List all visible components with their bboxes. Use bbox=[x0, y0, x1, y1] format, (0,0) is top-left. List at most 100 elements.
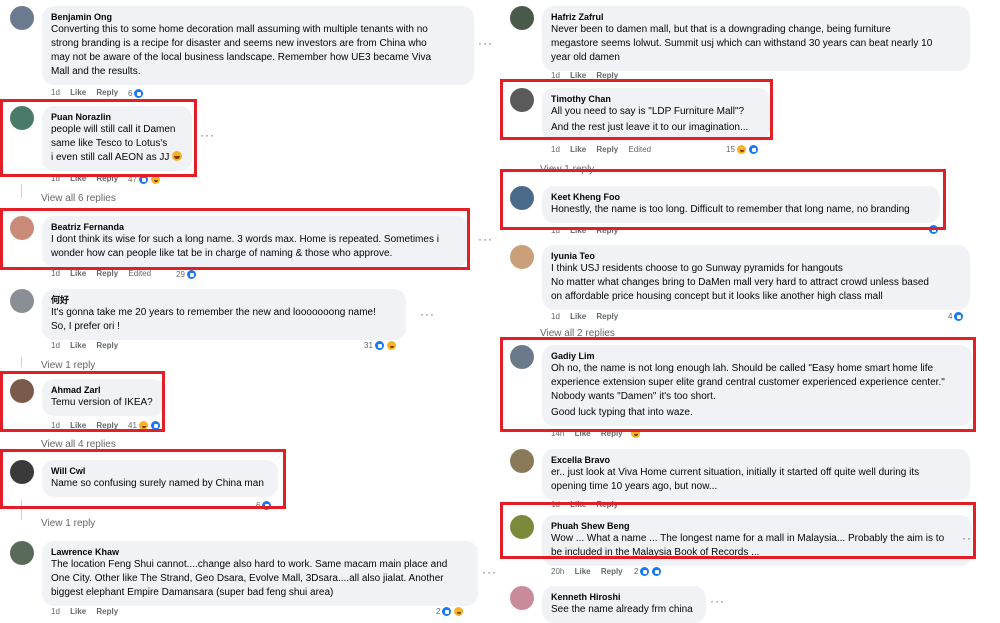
commenter-name[interactable]: Benjamin Ong bbox=[51, 11, 465, 23]
more-options-icon[interactable]: ··· bbox=[710, 594, 725, 608]
reaction-count[interactable]: 6 bbox=[128, 88, 145, 99]
like-button[interactable]: Like bbox=[70, 269, 86, 278]
commenter-name[interactable]: Will Cwl bbox=[51, 465, 269, 477]
reaction-count[interactable]: 47 bbox=[128, 174, 161, 185]
avatar[interactable] bbox=[10, 106, 34, 130]
avatar[interactable] bbox=[10, 460, 34, 484]
like-button[interactable]: Like bbox=[575, 429, 591, 438]
more-options-icon[interactable]: ··· bbox=[200, 128, 215, 142]
more-options-icon[interactable]: ··· bbox=[962, 531, 977, 545]
timestamp[interactable]: 1d bbox=[551, 145, 560, 154]
timestamp[interactable]: 20h bbox=[551, 567, 564, 576]
view-replies-link[interactable]: View 1 reply bbox=[41, 360, 95, 371]
timestamp[interactable]: 1d bbox=[51, 341, 60, 350]
view-replies-link[interactable]: View all 4 replies bbox=[41, 439, 116, 450]
reply-button[interactable]: Reply bbox=[96, 269, 118, 278]
avatar[interactable] bbox=[10, 379, 34, 403]
commenter-name[interactable]: Lawrence Khaw bbox=[51, 546, 469, 558]
reaction-count[interactable]: 4 bbox=[948, 311, 965, 322]
commenter-name[interactable]: 何好 bbox=[51, 294, 397, 306]
like-button[interactable]: Like bbox=[70, 421, 86, 430]
reply-button[interactable]: Reply bbox=[596, 500, 618, 509]
timestamp[interactable]: 1d bbox=[51, 174, 60, 183]
commenter-name[interactable]: Kenneth Hiroshi bbox=[551, 591, 697, 603]
avatar[interactable] bbox=[510, 449, 534, 473]
timestamp[interactable]: 1d bbox=[551, 71, 560, 80]
avatar[interactable] bbox=[510, 586, 534, 610]
timestamp[interactable]: 1d bbox=[51, 269, 60, 278]
comment-text: I dont think its wise for such a long na… bbox=[51, 234, 439, 259]
view-replies-link[interactable]: View all 6 replies bbox=[41, 193, 116, 204]
avatar[interactable] bbox=[510, 515, 534, 539]
avatar[interactable] bbox=[510, 88, 534, 112]
avatar[interactable] bbox=[510, 186, 534, 210]
reaction-count[interactable]: 2 bbox=[436, 606, 465, 617]
view-replies-link[interactable]: View 1 reply bbox=[540, 164, 594, 175]
reply-button[interactable]: Reply bbox=[596, 145, 618, 154]
reply-button[interactable]: Reply bbox=[596, 71, 618, 80]
like-button[interactable]: Like bbox=[570, 312, 586, 321]
reaction-count[interactable] bbox=[630, 428, 641, 439]
timestamp[interactable]: 1d bbox=[551, 226, 560, 235]
reply-thread-line bbox=[21, 357, 22, 367]
commenter-name[interactable]: Gadiy Lim bbox=[551, 350, 963, 362]
reaction-count[interactable]: 41 bbox=[128, 420, 161, 431]
like-button[interactable]: Like bbox=[70, 607, 86, 616]
commenter-name[interactable]: Phuah Shew Beng bbox=[551, 520, 963, 532]
reaction-count[interactable]: 15 bbox=[726, 144, 759, 155]
reply-button[interactable]: Reply bbox=[96, 607, 118, 616]
like-button[interactable]: Like bbox=[575, 567, 591, 576]
commenter-name[interactable]: Beatriz Fernanda bbox=[51, 221, 459, 233]
commenter-name[interactable]: Hafriz Zafrul bbox=[551, 11, 961, 23]
timestamp[interactable]: 1d bbox=[51, 88, 60, 97]
like-button[interactable]: Like bbox=[570, 71, 586, 80]
commenter-name[interactable]: Puan Norazlin bbox=[51, 111, 183, 123]
reaction-count[interactable] bbox=[928, 224, 939, 235]
view-replies-link[interactable]: View 1 reply bbox=[41, 518, 95, 529]
like-button[interactable]: Like bbox=[70, 341, 86, 350]
timestamp[interactable]: 1d bbox=[51, 607, 60, 616]
reaction-count[interactable]: 29 bbox=[176, 269, 197, 280]
like-button[interactable]: Like bbox=[570, 500, 586, 509]
timestamp[interactable]: 1d bbox=[551, 500, 560, 509]
reply-button[interactable]: Reply bbox=[96, 174, 118, 183]
commenter-name[interactable]: Keet Kheng Foo bbox=[551, 191, 931, 203]
like-button[interactable]: Like bbox=[70, 88, 86, 97]
more-options-icon[interactable]: ··· bbox=[478, 36, 493, 50]
reply-button[interactable]: Reply bbox=[601, 567, 623, 576]
edited-label: Edited bbox=[628, 145, 652, 154]
commenter-name[interactable]: Iyunia Teo bbox=[551, 250, 961, 262]
reaction-count[interactable]: 6 bbox=[256, 500, 273, 511]
reply-button[interactable]: Reply bbox=[96, 421, 118, 430]
avatar[interactable] bbox=[10, 289, 34, 313]
avatar[interactable] bbox=[10, 6, 34, 30]
comment-actions: 1d Like Reply bbox=[551, 312, 626, 321]
haha-reaction-icon bbox=[630, 428, 641, 439]
more-options-icon[interactable]: ··· bbox=[420, 307, 435, 321]
more-options-icon[interactable]: ··· bbox=[482, 565, 497, 579]
timestamp[interactable]: 1d bbox=[551, 312, 560, 321]
avatar[interactable] bbox=[510, 345, 534, 369]
avatar[interactable] bbox=[510, 245, 534, 269]
more-options-icon[interactable]: ··· bbox=[478, 232, 493, 246]
timestamp[interactable]: 1d bbox=[51, 421, 60, 430]
commenter-name[interactable]: Timothy Chan bbox=[551, 93, 761, 105]
avatar[interactable] bbox=[10, 216, 34, 240]
like-button[interactable]: Like bbox=[570, 226, 586, 235]
view-replies-link[interactable]: View all 2 replies bbox=[540, 328, 615, 339]
avatar[interactable] bbox=[10, 541, 34, 565]
reply-button[interactable]: Reply bbox=[596, 226, 618, 235]
like-button[interactable]: Like bbox=[70, 174, 86, 183]
reply-button[interactable]: Reply bbox=[96, 88, 118, 97]
reply-button[interactable]: Reply bbox=[601, 429, 623, 438]
reply-button[interactable]: Reply bbox=[596, 312, 618, 321]
like-button[interactable]: Like bbox=[570, 145, 586, 154]
reaction-count[interactable]: 31 bbox=[364, 340, 397, 351]
commenter-name[interactable]: Ahmad Zarl bbox=[51, 384, 155, 396]
avatar[interactable] bbox=[510, 6, 534, 30]
reaction-count[interactable]: 2 bbox=[634, 566, 663, 577]
comment-bubble: Iyunia Teo I think USJ residents choose … bbox=[542, 245, 970, 310]
timestamp[interactable]: 14h bbox=[551, 429, 564, 438]
reply-button[interactable]: Reply bbox=[96, 341, 118, 350]
commenter-name[interactable]: Excella Bravo bbox=[551, 454, 961, 466]
